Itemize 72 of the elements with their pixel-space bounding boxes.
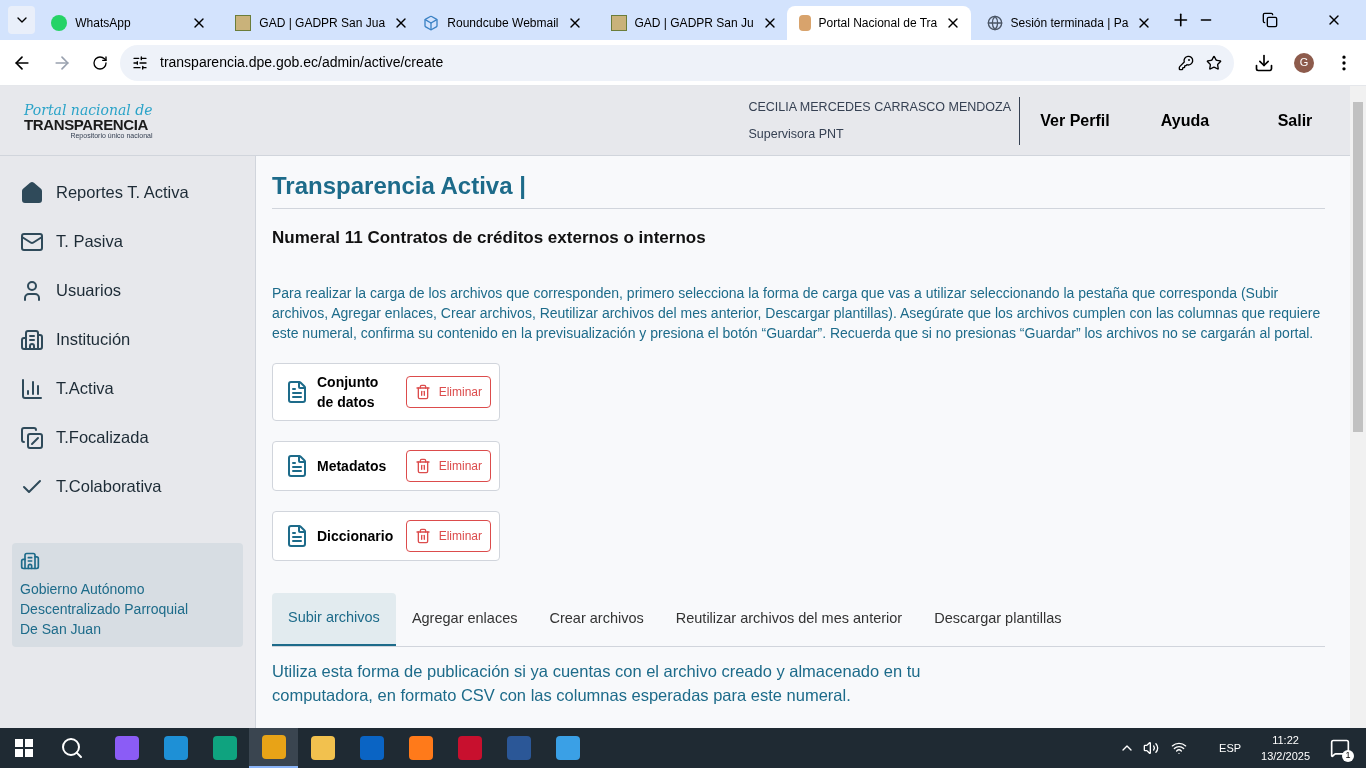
search-icon[interactable] — [60, 736, 84, 760]
browser-tab[interactable]: WhatsApp — [39, 6, 220, 40]
speaker-icon[interactable] — [1143, 740, 1160, 756]
document-icon — [285, 379, 309, 404]
restore-icon[interactable] — [1262, 12, 1278, 28]
delete-button[interactable]: Eliminar — [405, 375, 491, 408]
building-icon — [20, 327, 44, 352]
trash-icon — [414, 383, 431, 400]
institution-name: Gobierno Autónomo Descentralizado Parroquial De San Juan — [20, 580, 190, 639]
header-link[interactable]: Ver Perfil — [1020, 108, 1130, 133]
language-indicator[interactable]: ESP — [1219, 739, 1242, 757]
delete-button[interactable]: Eliminar — [405, 449, 491, 482]
clock[interactable]: 11:22 13/2/2025 — [1261, 732, 1310, 764]
document-icon — [285, 523, 309, 548]
sidebar-item[interactable]: Reportes T. Activa — [0, 168, 255, 217]
wifi-icon[interactable] — [1171, 740, 1188, 756]
tab-title: Sesión terminada | Pa — [1010, 15, 1129, 32]
header-link[interactable]: Salir — [1240, 108, 1350, 133]
address-bar[interactable]: transparencia.dpe.gob.ec/admin/active/create — [120, 44, 1234, 81]
page-title: Transparencia Activa | — [272, 168, 1325, 209]
document-icon — [285, 453, 309, 478]
file-label: Diccionario — [317, 526, 395, 546]
site-info-icon[interactable] — [132, 54, 148, 71]
tab-title: Portal Nacional de Tra — [818, 15, 938, 32]
scrollbar[interactable] — [1350, 86, 1366, 728]
upload-tab[interactable]: Subir archivos — [272, 592, 396, 646]
sidebar-item[interactable]: T.Activa — [0, 364, 255, 413]
tab-title: WhatsApp — [75, 15, 132, 32]
stacked-squares-icon — [20, 425, 44, 450]
tab-list-button[interactable] — [8, 6, 36, 34]
file-label: Conjunto de datos — [317, 372, 380, 412]
download-icon[interactable] — [1254, 52, 1274, 73]
trash-icon — [414, 457, 431, 474]
upload-tab[interactable]: Descargar plantillas — [918, 592, 1078, 646]
sidebar-item[interactable]: Institución — [0, 315, 255, 364]
trash-icon — [414, 527, 431, 544]
sidebar-item[interactable]: Usuarios — [0, 266, 255, 315]
delete-button[interactable]: Eliminar — [405, 519, 491, 552]
windows-start-icon[interactable] — [15, 739, 33, 757]
home-icon — [20, 180, 44, 205]
globe-icon — [986, 15, 1003, 31]
notification-count: 1 — [1342, 750, 1354, 762]
tab-title: Roundcube Webmail — [447, 15, 559, 32]
star-icon[interactable] — [1206, 54, 1222, 71]
browser-tab[interactable]: GAD | GADPR San Jua — [223, 6, 408, 40]
tab-description: Utiliza esta forma de publicación si ya cuentas con el archivo creado y almacenado en tu computadora, en formato CSV con las columnas esperadas para este numeral. — [272, 660, 922, 706]
browser-tab[interactable]: Portal Nacional de Tra — [786, 6, 971, 40]
user-role: Supervisora PNT — [748, 125, 845, 143]
upload-tab[interactable]: Reutilizar archivos del mes anterior — [659, 592, 919, 646]
sidebar-item[interactable]: T. Pasiva — [0, 217, 255, 266]
browser-tab[interactable]: GAD | GADPR San Ju — [598, 6, 783, 40]
upload-tab[interactable]: Crear archivos — [533, 592, 660, 646]
upload-tab[interactable]: Agregar enlaces — [395, 592, 534, 646]
url-text: transparencia.dpe.gob.ec/admin/active/create — [160, 53, 445, 72]
tab-title: GAD | GADPR San Ju — [634, 15, 754, 32]
browser-tab[interactable]: Sesión terminada | Pa — [974, 6, 1159, 40]
cube-icon — [423, 15, 440, 31]
file-label: Metadatos — [317, 456, 388, 476]
taskbar-app[interactable] — [249, 728, 298, 768]
key-icon[interactable] — [1178, 54, 1194, 71]
instructions-text: Para realizar la carga de los archivos que corresponden, primero selecciona la forma de carga que vas a utilizar seleccionando la pestaña que corresponda (Subir archivos, Agregar enlaces, Crear archivos, Reutilizar archivos del mes anterior, Descargar plantillas). Asegúrate que los archivos cumplen con las columnas que requiere este numeral, confirma su contenido en la previsualización y presiona el botón “Guardar”. Recuerda que si no presionas “Guardar” los archivos no se cargarán al portal. — [272, 283, 1322, 343]
building-icon — [20, 551, 40, 571]
sidebar-item[interactable]: T.Colaborativa — [0, 462, 255, 511]
header-link[interactable]: Ayuda — [1130, 108, 1240, 133]
sidebar-item[interactable]: T.Focalizada — [0, 413, 255, 462]
profile-avatar[interactable]: G — [1294, 52, 1314, 73]
section-title: Numeral 11 Contratos de créditos externos o internos — [272, 227, 707, 249]
tab-title: GAD | GADPR San Jua — [259, 15, 386, 32]
browser-tab[interactable]: Roundcube Webmail — [411, 6, 595, 40]
user-name: CECILIA MERCEDES CARRASCO MENDOZA — [748, 98, 1011, 116]
reload-icon[interactable] — [92, 54, 108, 71]
bar-chart-icon — [20, 376, 44, 401]
